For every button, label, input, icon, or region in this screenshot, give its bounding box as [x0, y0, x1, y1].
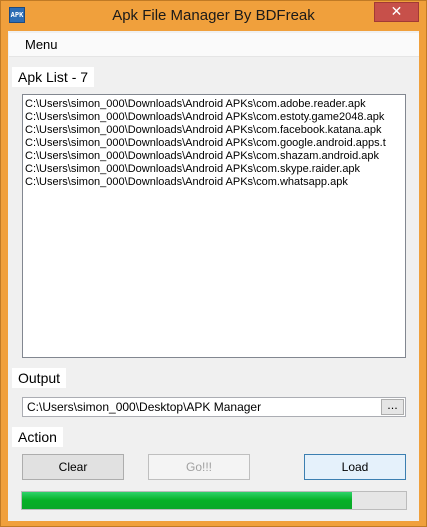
- title-bar[interactable]: APK Apk File Manager By BDFreak ✕: [1, 1, 426, 31]
- progress-fill: [22, 492, 353, 509]
- menu-bar: Menu: [9, 33, 419, 57]
- apk-list-item[interactable]: C:\Users\simon_000\Downloads\Android APK…: [25, 163, 403, 176]
- apk-list-item[interactable]: C:\Users\simon_000\Downloads\Android APK…: [25, 98, 403, 111]
- apk-list-item[interactable]: C:\Users\simon_000\Downloads\Android APK…: [25, 137, 403, 150]
- client-area: Menu Apk List - 7 C:\Users\simon_000\Dow…: [8, 31, 419, 521]
- go-button: Go!!!: [148, 454, 250, 480]
- load-button[interactable]: Load: [304, 454, 406, 480]
- apk-list-item[interactable]: C:\Users\simon_000\Downloads\Android APK…: [25, 150, 403, 163]
- apk-list-item[interactable]: C:\Users\simon_000\Downloads\Android APK…: [25, 124, 403, 137]
- apk-list-item[interactable]: C:\Users\simon_000\Downloads\Android APK…: [25, 176, 403, 189]
- apk-list[interactable]: C:\Users\simon_000\Downloads\Android APK…: [22, 94, 406, 358]
- output-label: Output: [12, 368, 67, 388]
- app-window: APK Apk File Manager By BDFreak ✕ Menu A…: [0, 0, 427, 527]
- clear-button[interactable]: Clear: [22, 454, 124, 480]
- output-path-field[interactable]: C:\Users\simon_000\Desktop\APK Manager: [22, 397, 406, 417]
- close-button[interactable]: ✕: [374, 2, 419, 22]
- window-title: Apk File Manager By BDFreak: [112, 7, 315, 24]
- browse-button[interactable]: ...: [381, 399, 404, 415]
- apk-list-item[interactable]: C:\Users\simon_000\Downloads\Android APK…: [25, 111, 403, 124]
- apk-list-label: Apk List - 7: [12, 67, 95, 87]
- menu-item-menu[interactable]: Menu: [17, 33, 66, 57]
- progress-bar: [21, 491, 407, 510]
- action-label: Action: [12, 427, 63, 447]
